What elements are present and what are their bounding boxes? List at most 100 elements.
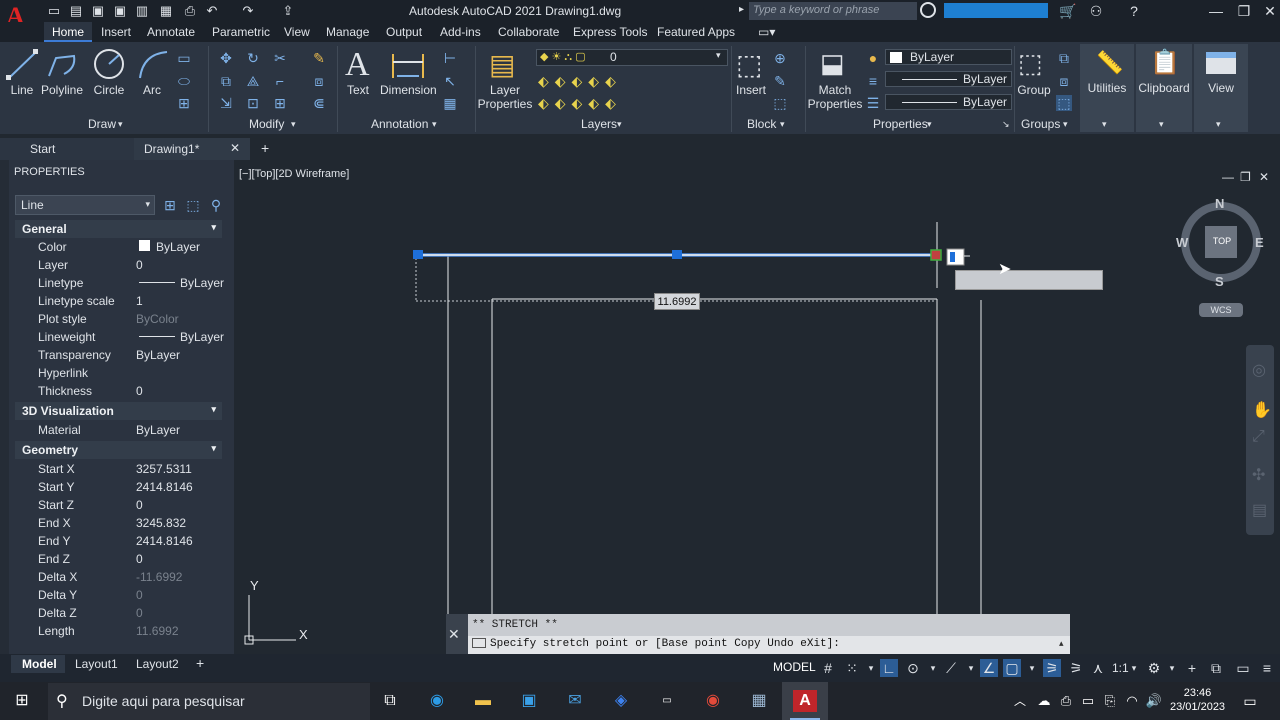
match-properties-icon[interactable]: ⬓: [820, 48, 845, 79]
annotation-visibility-icon[interactable]: ⚞: [1043, 659, 1061, 677]
tab-parametric[interactable]: Parametric: [212, 25, 270, 39]
linear-dimension-icon[interactable]: ⊢: [442, 50, 458, 66]
restore-icon[interactable]: ❐: [1234, 2, 1254, 20]
toggle-pickadd-icon[interactable]: ⊞: [162, 197, 178, 213]
table-icon[interactable]: ▦: [442, 95, 458, 111]
rectangle-icon[interactable]: ▭: [176, 50, 192, 66]
chevron-down-icon[interactable]: ▾: [1163, 659, 1181, 677]
workspace-gear-icon[interactable]: ⚙: [1145, 659, 1163, 677]
chevron-down-icon[interactable]: ▾: [1159, 119, 1164, 130]
tab-express-tools[interactable]: Express Tools: [573, 25, 647, 39]
polyline-button-label[interactable]: Polyline: [40, 83, 84, 97]
text-tool-icon[interactable]: A: [345, 46, 370, 84]
linetype-icon[interactable]: ≡: [865, 73, 881, 89]
rotate-icon[interactable]: ↻: [245, 50, 261, 66]
tab-manage[interactable]: Manage: [326, 25, 369, 39]
dimension-button-label[interactable]: Dimension: [380, 83, 437, 97]
tab-annotate[interactable]: Annotate: [147, 25, 195, 39]
drawing-geometry[interactable]: [236, 160, 1280, 654]
prop-value[interactable]: 0: [136, 258, 143, 272]
add-layout-icon[interactable]: +: [196, 655, 204, 671]
isodraft-icon[interactable]: ⟋: [942, 659, 960, 677]
showmotion-icon[interactable]: ▤: [1252, 500, 1267, 520]
taskbar-search-box[interactable]: Digite aqui para pesquisar: [48, 683, 370, 720]
prop-value[interactable]: 2414.8146: [136, 534, 193, 548]
show-hidden-icons-icon[interactable]: ︿: [1008, 690, 1032, 712]
circle-button-label[interactable]: Circle: [90, 83, 128, 97]
close-tab-icon[interactable]: ✕: [230, 141, 240, 155]
tab-view[interactable]: View: [284, 25, 310, 39]
prop-value[interactable]: ByLayer: [136, 423, 180, 437]
copy-icon[interactable]: ⧉: [218, 73, 234, 89]
prop-value[interactable]: ByLayer: [180, 276, 224, 290]
file-tab-start[interactable]: Start: [0, 138, 134, 160]
dimension-tool-icon[interactable]: [391, 50, 425, 80]
lineweight-icon[interactable]: ☰: [865, 95, 881, 111]
ungroup-icon[interactable]: ⧉: [1056, 50, 1072, 66]
units-icon[interactable]: ⧉: [1207, 659, 1225, 677]
block-attribute-icon[interactable]: ⬚: [772, 95, 788, 111]
chevron-down-icon[interactable]: ▾: [118, 119, 123, 130]
minimize-icon[interactable]: —: [1206, 2, 1226, 20]
prop-value[interactable]: ByLayer: [136, 348, 180, 362]
tab-home[interactable]: Home: [44, 22, 92, 42]
fillet-icon[interactable]: ⌐: [272, 73, 288, 89]
calculator-icon[interactable]: ▦: [747, 690, 771, 712]
move-icon[interactable]: ✥: [218, 50, 234, 66]
edit-block-icon[interactable]: ✎: [772, 73, 788, 89]
leader-icon[interactable]: ↖: [442, 73, 458, 89]
account-icon[interactable]: ⚇: [1086, 2, 1106, 20]
viewcube-top-face[interactable]: TOP: [1207, 236, 1237, 246]
ortho-icon[interactable]: ∟: [880, 659, 898, 677]
amazon-icon[interactable]: ▭: [655, 690, 679, 712]
polar-icon[interactable]: ⊙: [904, 659, 922, 677]
panel-properties-title[interactable]: Properties: [873, 117, 928, 131]
compass-south[interactable]: S: [1215, 274, 1224, 289]
arc-tool-icon[interactable]: [137, 48, 169, 82]
chevron-down-icon[interactable]: ▾: [716, 50, 721, 61]
offset-icon[interactable]: ⋐: [311, 95, 327, 111]
windows-start-icon[interactable]: ⊞: [10, 690, 34, 712]
sign-in-field[interactable]: [944, 3, 1048, 18]
chevron-down-icon[interactable]: ▾: [927, 119, 932, 130]
boundary-icon[interactable]: ⊞: [176, 95, 192, 111]
tab-collaborate[interactable]: Collaborate: [498, 25, 559, 39]
linetype-dropdown[interactable]: ByLayer: [885, 71, 1012, 87]
customization-menu-icon[interactable]: ≡: [1258, 659, 1276, 677]
model-space-button[interactable]: MODEL: [773, 660, 816, 674]
array-icon[interactable]: ⊞: [272, 95, 288, 111]
chevron-down-icon[interactable]: ▾: [1102, 119, 1107, 130]
layout-tab-layout2[interactable]: Layout2: [136, 657, 179, 671]
prop-value[interactable]: ByLayer: [156, 240, 200, 254]
wifi-icon[interactable]: ◠: [1120, 690, 1144, 712]
wcs-menu[interactable]: WCS: [1199, 303, 1243, 317]
panel-draw-title[interactable]: Draw: [88, 117, 116, 131]
share-icon[interactable]: ⇪: [280, 3, 296, 19]
panel-layers-title[interactable]: Layers: [581, 117, 617, 131]
erase-icon[interactable]: ✎: [311, 50, 327, 66]
line-button-label[interactable]: Line: [6, 83, 38, 97]
layer-properties-icon[interactable]: ▤: [489, 48, 515, 81]
scale-icon[interactable]: ⊡: [245, 95, 261, 111]
prop-value[interactable]: 0: [136, 498, 143, 512]
save-icon[interactable]: ▣: [90, 3, 106, 19]
chevron-down-icon[interactable]: ▾: [1216, 119, 1221, 130]
section-general[interactable]: General ▾: [15, 220, 222, 238]
battery-icon[interactable]: ▭: [1076, 690, 1100, 712]
auto-scale-icon[interactable]: ⚞: [1067, 659, 1085, 677]
color-wheel-icon[interactable]: ●: [865, 50, 881, 66]
insert-button-label[interactable]: Insert: [735, 83, 767, 97]
group-selection-icon[interactable]: ⬚: [1056, 95, 1072, 111]
zoom-extents-icon[interactable]: ⤢: [1252, 428, 1265, 446]
panel-block-title[interactable]: Block: [747, 117, 776, 131]
chrome-icon[interactable]: ◉: [701, 690, 725, 712]
undo-icon[interactable]: ↶: [204, 3, 220, 19]
panel-groups-title[interactable]: Groups: [1021, 117, 1060, 131]
palette-title-strip[interactable]: [0, 160, 9, 654]
stretch-icon[interactable]: ⇲: [218, 95, 234, 111]
clean-screen-icon[interactable]: ▭: [1234, 659, 1252, 677]
notifications-icon[interactable]: ▭: [1238, 690, 1262, 712]
chevron-down-icon[interactable]: ▾: [291, 119, 296, 130]
group-icon[interactable]: ⬚: [1018, 48, 1043, 79]
dropbox-icon[interactable]: ◈: [609, 690, 633, 712]
